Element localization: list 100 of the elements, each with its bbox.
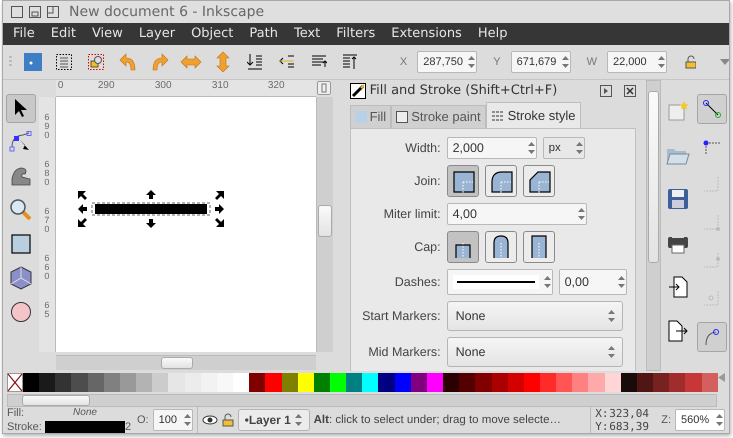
color-swatch[interactable]	[378, 373, 395, 392]
raise-to-top-icon[interactable]	[342, 52, 358, 71]
flip-horizontal-icon[interactable]	[180, 54, 202, 69]
color-swatch[interactable]	[620, 373, 637, 392]
color-swatch[interactable]	[39, 373, 56, 392]
color-swatch[interactable]	[669, 373, 686, 392]
pointer-arrow-icon[interactable]	[12, 98, 29, 118]
color-swatch[interactable]	[249, 373, 266, 392]
menu-item[interactable]: File	[13, 26, 35, 42]
no-color-swatch-icon[interactable]	[7, 373, 23, 392]
export-icon[interactable]	[668, 320, 688, 342]
node-editor-icon[interactable]	[8, 131, 33, 154]
stroke-swatch[interactable]	[45, 420, 125, 433]
number-field[interactable]: 0,00	[558, 268, 627, 295]
rectangle-icon[interactable]	[10, 233, 32, 256]
color-swatch[interactable]	[346, 373, 362, 392]
color-swatch[interactable]	[492, 373, 508, 392]
lower-to-bottom-icon[interactable]	[247, 52, 264, 71]
spinner-icon[interactable]	[526, 140, 536, 156]
number-field[interactable]: 2,000	[446, 136, 537, 159]
menu-item[interactable]: Help	[478, 26, 508, 42]
color-swatch[interactable]	[216, 373, 234, 392]
color-swatch[interactable]	[362, 373, 378, 392]
color-swatch[interactable]	[88, 373, 104, 392]
toggle-button[interactable]	[446, 230, 479, 263]
color-swatch[interactable]	[475, 373, 492, 392]
minimize-icon[interactable]	[29, 6, 41, 18]
select-all-icon[interactable]	[22, 52, 43, 72]
lock-icon[interactable]	[684, 54, 696, 69]
color-swatch[interactable]	[443, 373, 460, 392]
color-swatch[interactable]	[314, 373, 330, 392]
selected-stroke-drawing[interactable]	[76, 188, 226, 229]
menu-item[interactable]: Extensions	[391, 26, 462, 42]
menu-item[interactable]: Filters	[336, 26, 376, 42]
spinner-icon[interactable]	[542, 274, 552, 290]
color-swatch[interactable]	[410, 373, 427, 392]
dropdown[interactable]: None	[446, 300, 623, 331]
vertical-scrollbar[interactable]	[316, 96, 333, 352]
snap-toggle-icon[interactable]	[702, 98, 722, 119]
deselect-icon[interactable]	[88, 54, 104, 70]
color-swatch[interactable]	[426, 373, 444, 392]
tab[interactable]: Stroke paint	[391, 104, 486, 128]
overflow-caret-icon[interactable]	[720, 58, 729, 65]
color-swatch[interactable]	[282, 373, 298, 392]
spinner-icon[interactable]	[606, 308, 616, 324]
color-swatch[interactable]	[23, 373, 40, 392]
flip-vertical-icon[interactable]	[216, 50, 230, 73]
zoom-field[interactable]: 560%	[675, 408, 725, 431]
canvas[interactable]	[56, 96, 316, 352]
tab[interactable]: Fill	[350, 104, 392, 128]
menu-item[interactable]: Text	[294, 26, 320, 42]
unit-dropdown[interactable]: px	[542, 136, 585, 159]
spinner-icon[interactable]	[616, 274, 626, 290]
rotate-right-icon[interactable]	[150, 52, 170, 72]
toggle-button[interactable]	[484, 164, 517, 197]
toggle-button[interactable]	[484, 230, 517, 263]
dropdown[interactable]: None	[446, 336, 623, 367]
color-swatch[interactable]	[653, 373, 670, 392]
number-field[interactable]: 671,679	[510, 50, 571, 73]
color-swatch[interactable]	[702, 373, 718, 392]
color-swatch[interactable]	[394, 373, 411, 392]
color-swatch[interactable]	[120, 373, 136, 392]
maximize-icon[interactable]	[47, 6, 59, 18]
color-swatch[interactable]	[200, 373, 217, 392]
toggle-button[interactable]	[446, 164, 479, 197]
dash-pattern-dropdown[interactable]	[446, 268, 553, 295]
cube-icon[interactable]	[10, 266, 32, 290]
zoom-icon[interactable]	[8, 198, 33, 222]
opacity-field[interactable]: 100	[152, 408, 193, 431]
color-swatch[interactable]	[104, 373, 120, 392]
spinner-icon[interactable]	[467, 54, 476, 70]
color-swatch[interactable]	[588, 373, 605, 392]
number-field[interactable]: 4,00	[446, 202, 587, 225]
color-swatch[interactable]	[330, 373, 346, 392]
close-icon[interactable]	[11, 6, 23, 18]
spinner-icon[interactable]	[182, 412, 192, 428]
menu-item[interactable]: View	[92, 26, 123, 42]
select-layers-icon[interactable]	[56, 54, 72, 70]
spinner-icon[interactable]	[656, 54, 666, 70]
circle-icon[interactable]	[10, 301, 32, 324]
panel-scrollbar[interactable]	[646, 80, 662, 372]
color-swatch[interactable]	[265, 373, 282, 392]
menu-item[interactable]: Path	[249, 26, 278, 42]
lock-icon[interactable]	[222, 412, 234, 427]
spinner-icon[interactable]	[560, 54, 570, 70]
color-swatch[interactable]	[524, 373, 540, 392]
color-swatch[interactable]	[604, 373, 621, 392]
color-swatch[interactable]	[298, 373, 314, 392]
spinner-icon[interactable]	[574, 140, 584, 156]
number-field[interactable]: 287,750	[417, 50, 478, 73]
menu-item[interactable]: Layer	[138, 26, 176, 42]
number-field[interactable]: 22,000	[606, 50, 667, 73]
eye-icon[interactable]	[202, 414, 218, 426]
color-swatch[interactable]	[508, 373, 524, 392]
color-swatch[interactable]	[233, 373, 250, 392]
color-swatch[interactable]	[184, 373, 201, 392]
zoom-lock-icon[interactable]	[317, 81, 332, 96]
color-swatch[interactable]	[556, 373, 572, 392]
spinner-icon[interactable]	[715, 412, 724, 428]
color-swatch[interactable]	[71, 373, 88, 392]
